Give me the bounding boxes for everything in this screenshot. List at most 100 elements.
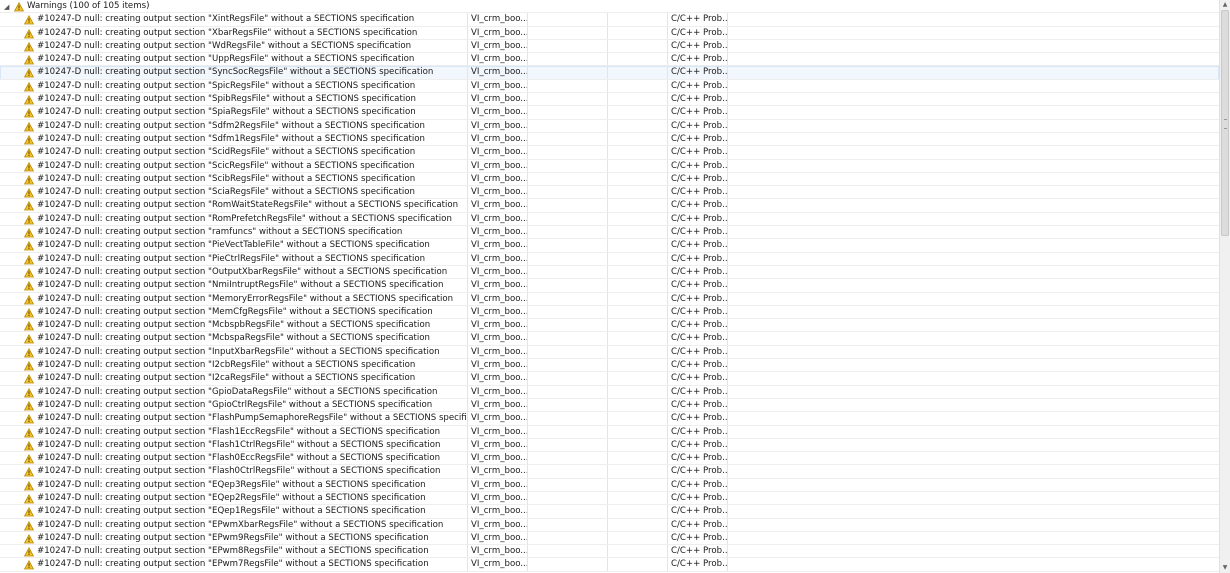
warning-row[interactable]: #10247-D null: creating output section "… [0,438,1219,453]
warning-row[interactable]: #10247-D null: creating output section "… [0,146,1219,160]
warning-row[interactable]: #10247-D null: creating output section "… [0,531,1219,546]
warning-description: #10247-D null: creating output section "… [37,386,438,397]
resource-cell: VI_crm_boo... [468,265,528,280]
location-cell [608,292,668,306]
warning-resource: VI_crm_boo... [471,506,528,517]
warning-resource: VI_crm_boo... [471,173,528,184]
warning-row[interactable]: #10247-D null: creating output section "… [0,425,1219,439]
warning-row[interactable]: #10247-D null: creating output section "… [0,132,1219,147]
warning-icon [24,361,34,371]
resource-cell: VI_crm_boo... [468,359,528,373]
warning-description: #10247-D null: creating output section "… [37,492,426,503]
warning-row[interactable]: #10247-D null: creating output section "… [0,172,1219,187]
warning-icon [24,347,34,358]
warning-row[interactable]: #10247-D null: creating output section "… [0,518,1219,532]
warning-row[interactable]: #10247-D null: creating output section "… [0,79,1219,94]
warning-row[interactable]: #10247-D null: creating output section "… [0,332,1219,346]
warning-row[interactable]: #10247-D null: creating output section "… [0,119,1219,133]
path-cell [528,425,608,439]
path-cell [528,79,608,94]
warning-row[interactable]: #10247-D null: creating output section "… [0,545,1219,559]
description-cell: #10247-D null: creating output section "… [0,425,468,439]
resource-cell: VI_crm_boo... [468,372,528,386]
warning-row[interactable]: #10247-D null: creating output section "… [0,39,1219,54]
warning-description: #10247-D null: creating output section "… [37,373,416,384]
warning-row[interactable]: #10247-D null: creating output section "… [0,412,1219,426]
warning-icon [24,493,34,504]
warning-row[interactable]: #10247-D null: creating output section "… [0,279,1219,293]
warning-row[interactable]: #10247-D null: creating output section "… [0,558,1219,572]
warning-row[interactable]: #10247-D null: creating output section "… [0,212,1219,227]
warning-resource: VI_crm_boo... [471,54,528,65]
warning-row[interactable]: #10247-D null: creating output section "… [0,13,1219,27]
location-cell [608,13,668,27]
warning-type: C/C++ Prob... [671,426,728,437]
warnings-group-row[interactable]: ◢ Warnings (100 of 105 items) [0,0,1219,14]
warning-description: #10247-D null: creating output section "… [37,107,416,118]
warning-row[interactable]: #10247-D null: creating output section "… [0,66,1219,80]
warning-description: #10247-D null: creating output section "… [37,147,416,158]
warning-row[interactable]: #10247-D null: creating output section "… [0,292,1219,306]
warning-type: C/C++ Prob... [671,479,728,490]
warning-row[interactable]: #10247-D null: creating output section "… [0,305,1219,320]
warning-description: #10247-D null: creating output section "… [37,426,441,437]
warning-row[interactable]: #10247-D null: creating output section "… [0,491,1219,506]
path-cell [528,412,608,426]
warning-row[interactable]: #10247-D null: creating output section "… [0,359,1219,373]
warning-row[interactable]: #10247-D null: creating output section "… [0,319,1219,333]
type-cell: C/C++ Prob... [668,79,728,94]
warning-row[interactable]: #10247-D null: creating output section "… [0,465,1219,479]
type-cell: C/C++ Prob... [668,558,728,572]
warning-description: #10247-D null: creating output section "… [37,519,444,530]
warning-row[interactable]: #10247-D null: creating output section "… [0,385,1219,399]
warning-icon [24,334,34,344]
warning-resource: VI_crm_boo... [471,253,528,264]
warning-row[interactable]: #10247-D null: creating output section "… [0,106,1219,120]
warning-resource: VI_crm_boo... [471,479,528,490]
warning-row[interactable]: #10247-D null: creating output section "… [0,398,1219,413]
warning-row[interactable]: #10247-D null: creating output section "… [0,199,1219,213]
warning-row[interactable]: #10247-D null: creating output section "… [0,93,1219,107]
scroll-up-icon[interactable]: ▲ [1221,1,1229,9]
scroll-down-icon[interactable]: ▼ [1221,564,1229,572]
warning-description: #10247-D null: creating output section "… [37,479,426,490]
warning-type: C/C++ Prob... [671,413,728,424]
warning-icon [24,241,34,251]
warning-row[interactable]: #10247-D null: creating output section "… [0,372,1219,386]
resource-cell: VI_crm_boo... [468,252,528,266]
warning-row[interactable]: #10247-D null: creating output section "… [0,159,1219,173]
warning-row[interactable]: #10247-D null: creating output section "… [0,26,1219,40]
warning-type: C/C++ Prob... [671,559,728,570]
warning-row[interactable]: #10247-D null: creating output section "… [0,478,1219,492]
resource-cell: VI_crm_boo... [468,93,528,107]
location-cell [608,252,668,266]
warning-row[interactable]: #10247-D null: creating output section "… [0,186,1219,200]
type-cell: C/C++ Prob... [668,292,728,306]
resource-cell: VI_crm_boo... [468,53,528,67]
warning-row[interactable]: #10247-D null: creating output section "… [0,265,1219,280]
type-cell: C/C++ Prob... [668,305,728,320]
warning-description: #10247-D null: creating output section "… [37,559,429,570]
description-cell: #10247-D null: creating output section "… [0,505,468,519]
warning-row[interactable]: #10247-D null: creating output section "… [0,505,1219,519]
warning-type: C/C++ Prob... [671,253,728,264]
warning-type: C/C++ Prob... [671,293,728,304]
location-cell [608,79,668,94]
warning-row[interactable]: #10247-D null: creating output section "… [0,53,1219,67]
location-cell [608,518,668,532]
resource-cell: VI_crm_boo... [468,292,528,306]
location-cell [608,265,668,280]
warning-row[interactable]: #10247-D null: creating output section "… [0,226,1219,240]
description-cell: #10247-D null: creating output section "… [0,491,468,506]
location-cell [608,359,668,373]
warning-row[interactable]: #10247-D null: creating output section "… [0,239,1219,253]
warning-icon [24,454,34,464]
warning-type: C/C++ Prob... [671,94,728,105]
resource-cell: VI_crm_boo... [468,491,528,506]
warning-row[interactable]: #10247-D null: creating output section "… [0,452,1219,466]
warning-row[interactable]: #10247-D null: creating output section "… [0,345,1219,360]
vertical-scrollbar[interactable]: ▲ ▼ [1219,0,1230,573]
warnings-group-label: Warnings (100 of 105 items) [27,1,150,11]
scrollbar-thumb[interactable] [1221,10,1229,236]
warning-row[interactable]: #10247-D null: creating output section "… [0,252,1219,266]
